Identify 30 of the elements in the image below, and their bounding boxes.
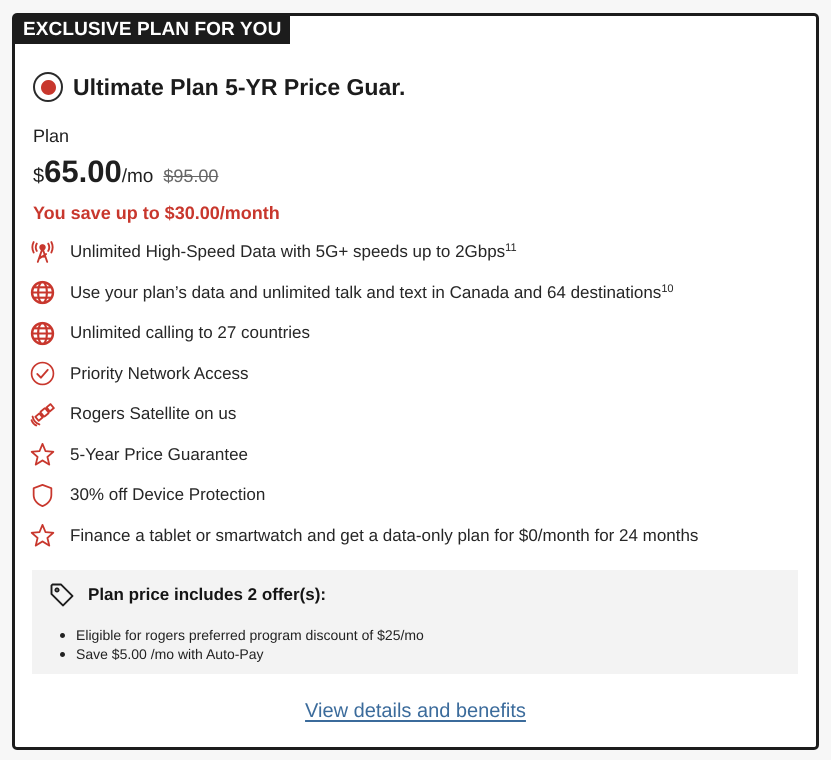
plan-badge: EXCLUSIVE PLAN FOR YOU: [15, 16, 290, 44]
savings-text: You save up to $30.00/month: [33, 202, 281, 225]
globe-icon: [30, 280, 55, 306]
satellite-icon: [30, 402, 55, 427]
offers-heading: Plan price includes 2 offer(s):: [88, 584, 326, 606]
antenna-icon: [30, 240, 55, 265]
feature-text: Priority Network Access: [70, 362, 249, 385]
plan-price: $65.00/mo: [33, 154, 154, 191]
tag-icon: [50, 583, 74, 607]
check-circle-icon: [30, 361, 55, 386]
bullet-icon: [60, 652, 65, 657]
plan-title: Ultimate Plan 5-YR Price Guar.: [73, 73, 406, 102]
star-icon: [30, 442, 55, 468]
details-link[interactable]: View details and benefits: [305, 698, 526, 724]
feature-text: Rogers Satellite on us: [70, 403, 236, 426]
feature-text: Unlimited High-Speed Data with 5G+ speeds up to 2Gbps$^{11}$: [70, 241, 517, 264]
feature-text: 30% off Device Protection: [70, 484, 266, 506]
feature-text: Unlimited calling to 27 countries: [70, 322, 310, 344]
offer-text: Eligible for rogers preferred program discount of $25/mo: [76, 626, 424, 645]
bullet-icon: [60, 633, 65, 638]
radio-button[interactable]: [33, 72, 63, 102]
feature-text: Finance a tablet or smartwatch and get a data-only plan for $0/month for 24 months: [70, 524, 698, 547]
globe-icon: [30, 320, 55, 346]
star-icon: [30, 523, 55, 548]
offer-text: Save $5.00 /mo with Auto-Pay: [76, 645, 264, 664]
original-price: $95.00: [163, 165, 218, 188]
feature-text: Use your plan’s data and unlimited talk and text in Canada and 64 destinations$^{10}$: [70, 282, 674, 304]
feature-text: 5-Year Price Guarantee: [70, 444, 248, 466]
shield-icon: [30, 482, 55, 508]
plan-label: Plan: [33, 125, 70, 148]
